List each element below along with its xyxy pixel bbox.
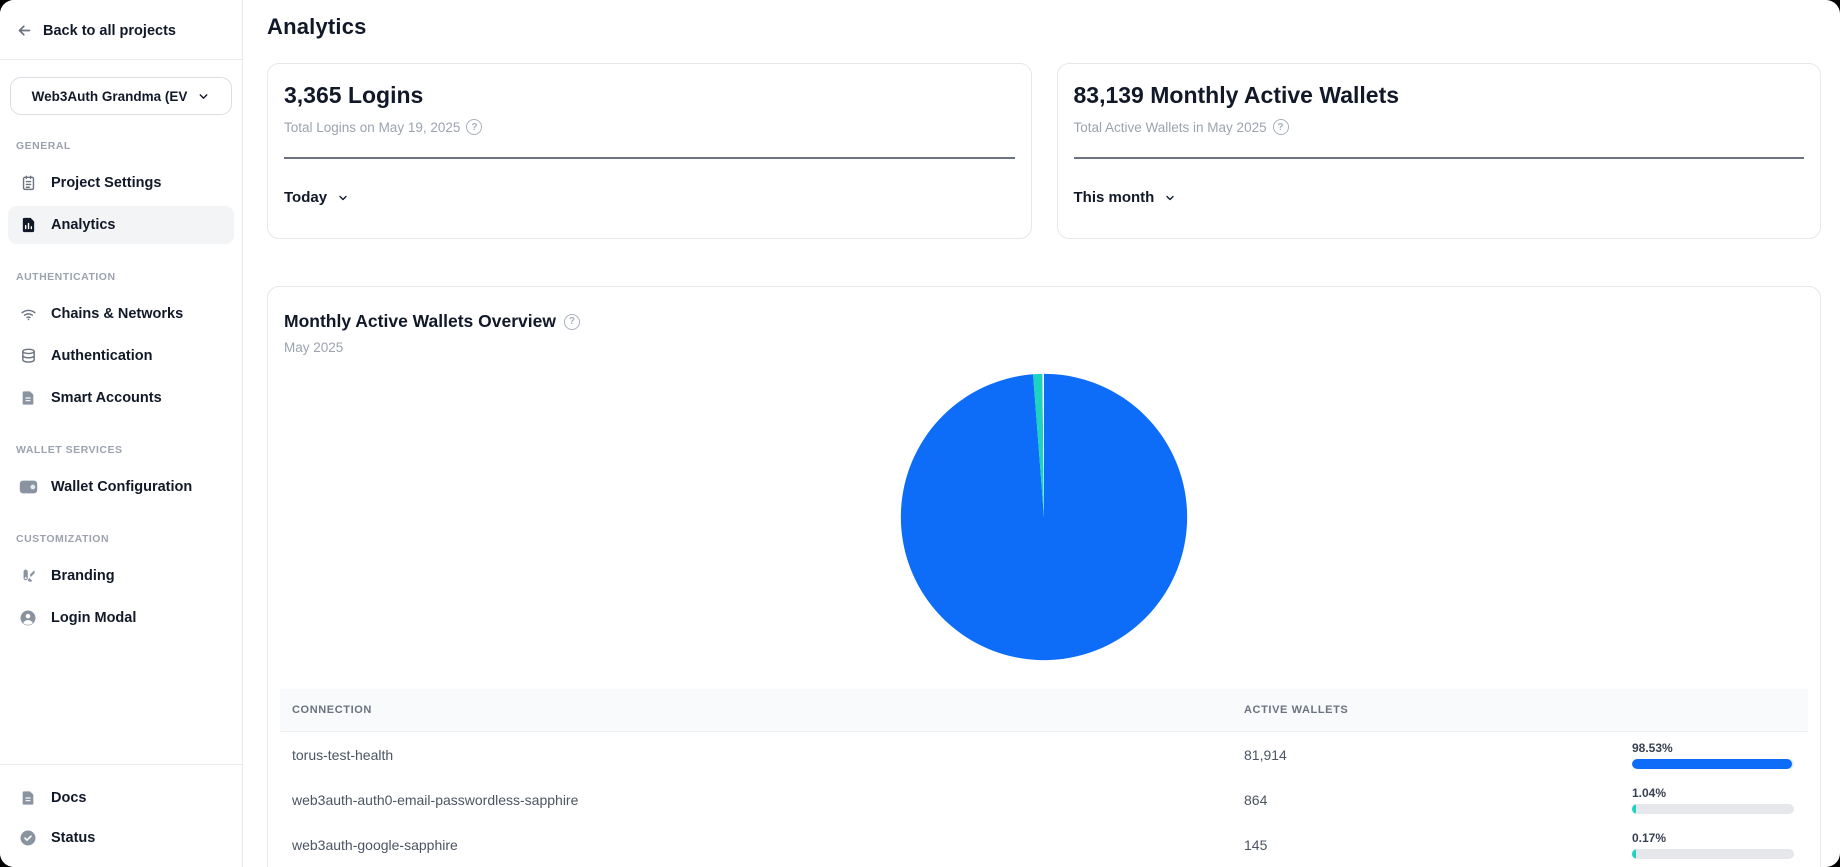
back-to-projects-link[interactable]: Back to all projects: [0, 0, 242, 59]
logins-count: 3,365 Logins: [284, 82, 1015, 109]
sidebar-item-chains-networks[interactable]: Chains & Networks: [8, 295, 234, 333]
column-header-connection: CONNECTION: [280, 704, 1232, 716]
project-selector[interactable]: Web3Auth Grandma (EV: [10, 77, 232, 115]
sidebar-item-label: Status: [51, 830, 95, 846]
sidebar-item-smart-accounts[interactable]: Smart Accounts: [8, 379, 234, 417]
sidebar-item-login-modal[interactable]: Login Modal: [8, 599, 234, 637]
page-title: Analytics: [267, 14, 1821, 40]
sidebar-item-label: Project Settings: [51, 175, 161, 191]
wifi-icon: [18, 304, 38, 324]
section-label-customization: CUSTOMIZATION: [16, 533, 226, 545]
table-row[interactable]: web3auth-google-sapphire 145 0.17%: [280, 822, 1808, 867]
logins-range-select[interactable]: Today: [284, 189, 349, 206]
sidebar-item-authentication[interactable]: Authentication: [8, 337, 234, 375]
column-header-active-wallets: ACTIVE WALLETS: [1232, 704, 1632, 716]
sidebar-item-label: Wallet Configuration: [51, 479, 192, 495]
sidebar-item-project-settings[interactable]: Project Settings: [8, 164, 234, 202]
help-icon[interactable]: ?: [466, 119, 482, 135]
sidebar-item-label: Chains & Networks: [51, 306, 183, 322]
file-icon: [18, 388, 38, 408]
range-value: This month: [1074, 189, 1155, 206]
connections-table: CONNECTION ACTIVE WALLETS torus-test-hea…: [280, 689, 1808, 867]
sidebar: Back to all projects Web3Auth Grandma (E…: [0, 0, 243, 867]
sidebar-item-label: Branding: [51, 568, 115, 584]
percent-bar: [1632, 804, 1794, 814]
active-wallets-value: 81,914: [1232, 747, 1632, 763]
wallets-overview-card: Monthly Active Wallets Overview ? May 20…: [267, 286, 1821, 867]
active-wallets-subtitle: Total Active Wallets in May 2025: [1074, 120, 1267, 135]
table-header-row: CONNECTION ACTIVE WALLETS: [280, 689, 1808, 732]
logins-card: 3,365 Logins Total Logins on May 19, 202…: [267, 63, 1032, 239]
help-icon[interactable]: ?: [1273, 119, 1289, 135]
active-wallets-card: 83,139 Monthly Active Wallets Total Acti…: [1057, 63, 1822, 239]
main-content: Analytics 3,365 Logins Total Logins on M…: [243, 0, 1840, 867]
card-divider: [1074, 157, 1805, 159]
sidebar-item-label: Docs: [51, 790, 86, 806]
chevron-down-icon: [1164, 192, 1176, 204]
connection-name: web3auth-auth0-email-passwordless-sapphi…: [280, 792, 1232, 808]
active-wallets-pie-chart[interactable]: [280, 371, 1808, 663]
percent-bar: [1632, 849, 1794, 859]
overview-title: Monthly Active Wallets Overview: [284, 311, 556, 332]
pie-chart-svg: [898, 371, 1190, 663]
active-wallets-value: 145: [1232, 837, 1632, 853]
user-circle-icon: [18, 608, 38, 628]
help-icon[interactable]: ?: [564, 314, 580, 330]
card-divider: [284, 157, 1015, 159]
percent-label: 0.17%: [1632, 831, 1806, 845]
table-row[interactable]: torus-test-health 81,914 98.53%: [280, 732, 1808, 777]
sidebar-item-docs[interactable]: Docs: [8, 779, 234, 817]
back-arrow-icon: [16, 22, 33, 39]
sidebar-item-wallet-configuration[interactable]: Wallet Configuration: [8, 468, 234, 506]
sidebar-footer: Docs Status: [0, 764, 242, 867]
sidebar-item-status[interactable]: Status: [8, 819, 234, 857]
sidebar-item-label: Analytics: [51, 217, 115, 233]
percent-bar: [1632, 759, 1794, 769]
chevron-down-icon: [197, 90, 210, 103]
sidebar-item-label: Smart Accounts: [51, 390, 162, 406]
active-wallets-value: 864: [1232, 792, 1632, 808]
clipboard-icon: [18, 173, 38, 193]
database-icon: [18, 346, 38, 366]
docs-icon: [18, 788, 38, 808]
active-wallets-range-select[interactable]: This month: [1074, 189, 1177, 206]
analytics-icon: [18, 215, 38, 235]
active-wallets-count: 83,139 Monthly Active Wallets: [1074, 82, 1805, 109]
percent-label: 1.04%: [1632, 786, 1806, 800]
sidebar-item-analytics[interactable]: Analytics: [8, 206, 234, 244]
sidebar-item-label: Authentication: [51, 348, 153, 364]
connection-name: web3auth-google-sapphire: [280, 837, 1232, 853]
sidebar-item-branding[interactable]: Branding: [8, 557, 234, 595]
brush-icon: [18, 566, 38, 586]
sidebar-item-label: Login Modal: [51, 610, 136, 626]
overview-subtitle: May 2025: [284, 340, 1804, 355]
section-label-authentication: AUTHENTICATION: [16, 271, 226, 283]
app-window: Back to all projects Web3Auth Grandma (E…: [0, 0, 1840, 867]
chevron-down-icon: [337, 192, 349, 204]
connection-name: torus-test-health: [280, 747, 1232, 763]
back-link-label: Back to all projects: [43, 23, 176, 39]
sidebar-divider: [0, 764, 242, 765]
check-circle-icon: [18, 828, 38, 848]
stats-row: 3,365 Logins Total Logins on May 19, 202…: [267, 63, 1821, 239]
logins-subtitle: Total Logins on May 19, 2025: [284, 120, 460, 135]
sidebar-divider: [0, 59, 242, 60]
wallet-icon: [18, 477, 38, 497]
project-selector-value: Web3Auth Grandma (EV: [32, 89, 188, 104]
percent-label: 98.53%: [1632, 741, 1806, 755]
section-label-general: GENERAL: [16, 140, 226, 152]
table-row[interactable]: web3auth-auth0-email-passwordless-sapphi…: [280, 777, 1808, 822]
section-label-wallet-services: WALLET SERVICES: [16, 444, 226, 456]
range-value: Today: [284, 189, 327, 206]
